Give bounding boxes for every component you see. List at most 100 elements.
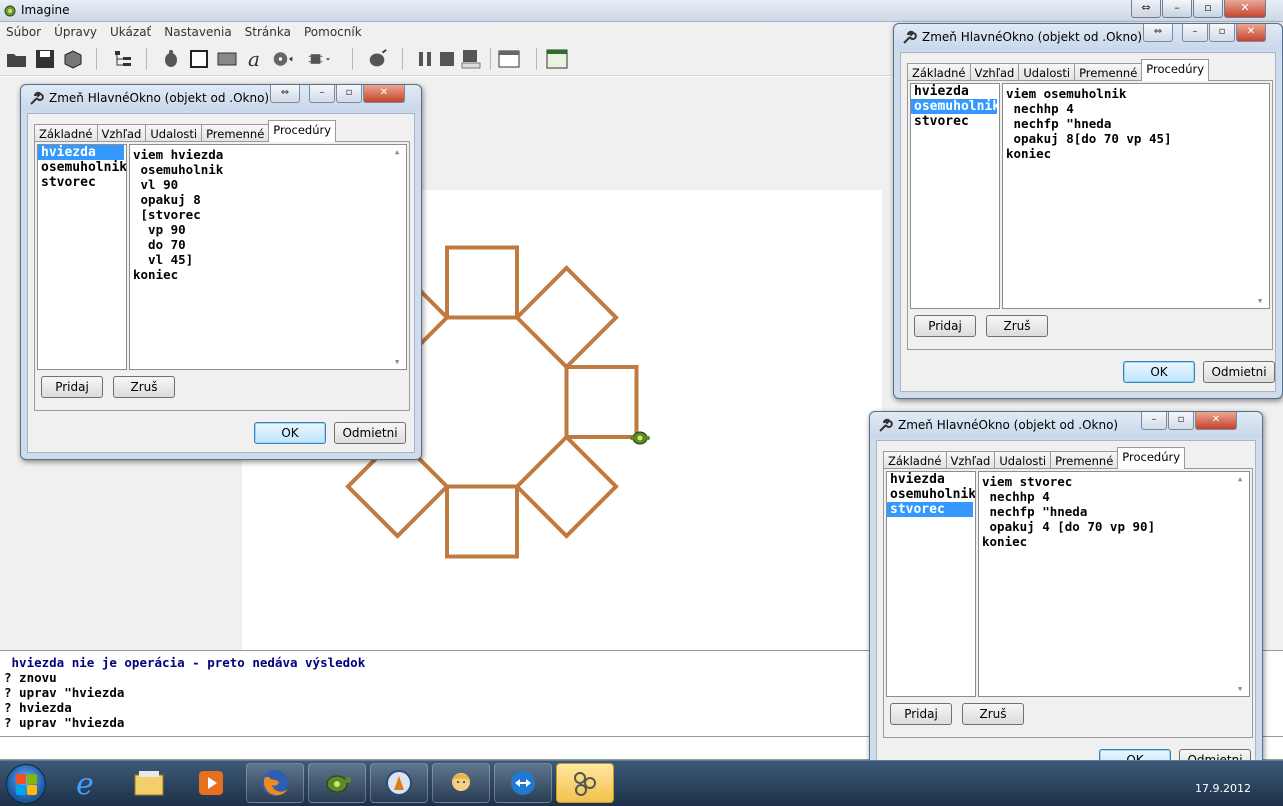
- component-tool-icon[interactable]: [308, 48, 330, 70]
- pause-icon[interactable]: [414, 48, 436, 70]
- vertical-scrollbar[interactable]: ▲ ▼: [392, 145, 406, 369]
- list-item[interactable]: stvorec: [887, 502, 973, 517]
- tab-events[interactable]: Udalosti: [1018, 63, 1076, 81]
- object-tree-icon[interactable]: [112, 48, 134, 70]
- dock-icon[interactable]: ⇔: [1143, 24, 1173, 42]
- cancel-button[interactable]: Odmietni: [1203, 361, 1275, 383]
- ok-button[interactable]: OK: [1123, 361, 1195, 383]
- minimize-button[interactable]: –: [309, 85, 335, 103]
- taskbar-imagine[interactable]: [308, 763, 366, 803]
- procedure-list[interactable]: hviezda osemuholnik stvorec: [886, 471, 976, 697]
- save-disk-icon[interactable]: [34, 48, 56, 70]
- taskbar-active-window[interactable]: [556, 763, 614, 803]
- vertical-scrollbar[interactable]: ▲ ▼: [1235, 472, 1249, 696]
- maximize-button[interactable]: ▫: [1193, 0, 1223, 18]
- tab-variables[interactable]: Premenné: [201, 124, 270, 142]
- tab-procedures[interactable]: Procedúry: [268, 120, 337, 142]
- tab-basic[interactable]: Základné: [883, 451, 947, 469]
- list-item[interactable]: osemuholnik: [911, 99, 999, 114]
- close-button[interactable]: ✕: [1236, 24, 1266, 42]
- list-item[interactable]: hviezda: [38, 145, 124, 160]
- menu-file[interactable]: Súbor: [6, 25, 41, 39]
- taskbar-file-explorer[interactable]: [120, 763, 178, 803]
- scroll-down-icon[interactable]: ▼: [1258, 297, 1262, 305]
- close-button[interactable]: ✕: [1224, 0, 1266, 18]
- code-editor[interactable]: viem hviezda osemuholnik vl 90 opakuj 8 …: [129, 144, 407, 370]
- film-reel-icon[interactable]: [272, 48, 294, 70]
- turtle-icon[interactable]: [630, 430, 650, 446]
- tab-procedures[interactable]: Procedúry: [1141, 59, 1210, 81]
- turtle-tool-icon[interactable]: [160, 48, 182, 70]
- tab-basic[interactable]: Základné: [34, 124, 98, 142]
- add-procedure-button[interactable]: Pridaj: [914, 315, 976, 337]
- tab-variables[interactable]: Premenné: [1074, 63, 1143, 81]
- vertical-scrollbar[interactable]: ▼: [1255, 84, 1269, 308]
- maximize-button[interactable]: ▫: [336, 85, 362, 103]
- list-item[interactable]: hviezda: [887, 472, 975, 487]
- open-folder-icon[interactable]: [6, 48, 28, 70]
- cancel-button[interactable]: Odmietni: [334, 422, 406, 444]
- remove-procedure-button[interactable]: Zruš: [962, 703, 1024, 725]
- procedure-list[interactable]: hviezda osemuholnik stvorec: [37, 144, 127, 370]
- list-item[interactable]: osemuholnik: [38, 160, 126, 175]
- taskbar-user-app[interactable]: [432, 763, 490, 803]
- taskbar-firefox[interactable]: [246, 763, 304, 803]
- menu-edit[interactable]: Úpravy: [54, 25, 97, 39]
- restore-size-button[interactable]: ⇔: [1131, 0, 1161, 18]
- list-item[interactable]: osemuholnik: [887, 487, 975, 502]
- taskbar-teamviewer[interactable]: [494, 763, 552, 803]
- tab-appearance[interactable]: Vzhľad: [945, 451, 996, 469]
- dialog-titlebar[interactable]: Zmeň HlavnéOkno (objekt od .Okno) ⇔ – ▫ …: [894, 24, 1282, 50]
- maximize-button[interactable]: ▫: [1168, 412, 1194, 430]
- add-procedure-button[interactable]: Pridaj: [41, 376, 103, 398]
- procedure-list[interactable]: hviezda osemuholnik stvorec: [910, 83, 1000, 309]
- minimize-button[interactable]: –: [1162, 0, 1192, 18]
- tab-events[interactable]: Udalosti: [994, 451, 1052, 469]
- menu-settings[interactable]: Nastavenia: [164, 25, 231, 39]
- tab-variables[interactable]: Premenné: [1050, 451, 1119, 469]
- list-item[interactable]: stvorec: [38, 175, 126, 190]
- stop-icon[interactable]: [436, 48, 458, 70]
- tab-events[interactable]: Udalosti: [145, 124, 203, 142]
- menu-help[interactable]: Pomocník: [304, 25, 362, 39]
- close-button[interactable]: ✕: [363, 85, 405, 103]
- scroll-up-icon[interactable]: ▲: [1238, 475, 1242, 483]
- remove-procedure-button[interactable]: Zruš: [113, 376, 175, 398]
- tab-appearance[interactable]: Vzhľad: [969, 63, 1020, 81]
- taskbar-media-app[interactable]: [370, 763, 428, 803]
- scroll-up-icon[interactable]: ▲: [395, 148, 399, 156]
- list-item[interactable]: stvorec: [911, 114, 999, 129]
- text-tool-icon[interactable]: a: [244, 48, 266, 70]
- code-editor[interactable]: viem osemuholnik nechhp 4 nechfp "hneda …: [1002, 83, 1270, 309]
- run-icon[interactable]: [460, 48, 482, 70]
- dialog-titlebar[interactable]: Zmeň HlavnéOkno (objekt od .Okno) ⇔ – ▫ …: [21, 85, 421, 111]
- menu-view[interactable]: Ukázať: [110, 25, 151, 39]
- page-view-icon[interactable]: [546, 48, 568, 70]
- scroll-down-icon[interactable]: ▼: [1238, 685, 1242, 693]
- remove-procedure-button[interactable]: Zruš: [986, 315, 1048, 337]
- window-edit-icon[interactable]: [498, 48, 520, 70]
- close-button[interactable]: ✕: [1195, 412, 1237, 430]
- dock-icon[interactable]: ⇔: [270, 85, 300, 103]
- menu-page[interactable]: Stránka: [245, 25, 291, 39]
- start-button[interactable]: [6, 764, 46, 804]
- tab-basic[interactable]: Základné: [907, 63, 971, 81]
- minimize-button[interactable]: –: [1141, 412, 1167, 430]
- taskbar-media-player[interactable]: [182, 763, 240, 803]
- wrench-icon: [879, 418, 893, 432]
- tab-procedures[interactable]: Procedúry: [1117, 447, 1186, 469]
- filled-rect-tool-icon[interactable]: [216, 48, 238, 70]
- scroll-down-icon[interactable]: ▼: [395, 358, 399, 366]
- maximize-button[interactable]: ▫: [1209, 24, 1235, 42]
- list-item[interactable]: hviezda: [911, 84, 999, 99]
- rectangle-tool-icon[interactable]: [188, 48, 210, 70]
- code-editor[interactable]: viem stvorec nechhp 4 nechfp "hneda opak…: [978, 471, 1250, 697]
- tab-appearance[interactable]: Vzhľad: [96, 124, 147, 142]
- taskbar-internet-explorer[interactable]: e: [58, 763, 116, 803]
- add-procedure-button[interactable]: Pridaj: [890, 703, 952, 725]
- ok-button[interactable]: OK: [254, 422, 326, 444]
- dialog-titlebar[interactable]: Zmeň HlavnéOkno (objekt od .Okno) – ▫ ✕: [870, 412, 1262, 438]
- minimize-button[interactable]: –: [1182, 24, 1208, 42]
- run-turtle-icon[interactable]: [366, 48, 388, 70]
- package-icon[interactable]: [62, 48, 84, 70]
